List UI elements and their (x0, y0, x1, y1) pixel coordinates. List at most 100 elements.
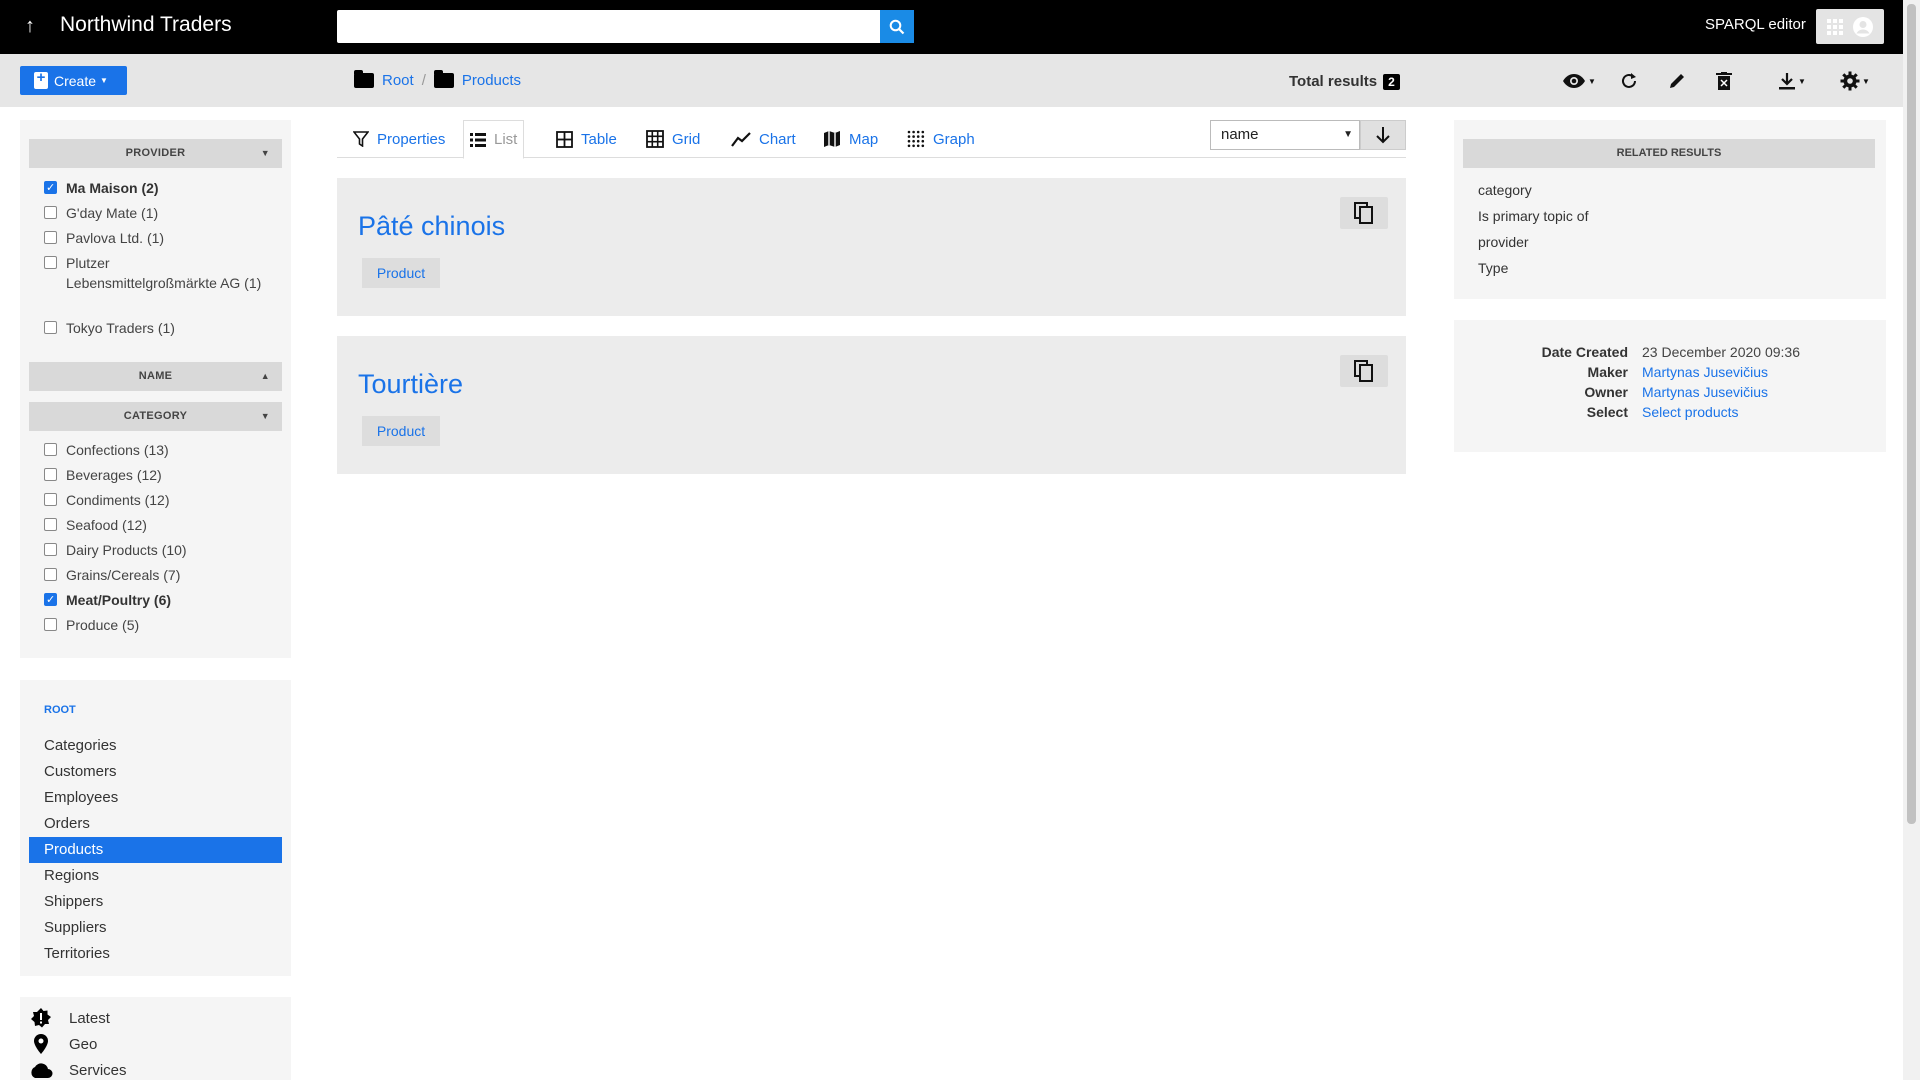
tab-chart[interactable]: Chart (725, 120, 802, 158)
tab-grid[interactable]: Grid (640, 120, 706, 158)
facet-option[interactable]: Ma Maison (2) (44, 178, 159, 198)
caret-down-icon: ▼ (260, 148, 270, 158)
apps-grid-icon[interactable] (1826, 18, 1843, 35)
view-mode-button[interactable]: ▼ (1562, 68, 1596, 94)
facet-option[interactable]: G'day Mate (1) (44, 203, 158, 223)
tab-label: Graph (933, 130, 975, 148)
facet-option-label: Dairy Products (10) (66, 542, 187, 558)
cloud-icon (29, 1062, 53, 1078)
arrow-up-icon[interactable]: ↑ (18, 12, 42, 40)
related-result-item[interactable]: Type (1478, 260, 1508, 276)
facet-option-label: Produce (5) (66, 617, 140, 633)
checkbox[interactable] (44, 256, 57, 269)
sparql-editor-link[interactable]: SPARQL editor (1705, 15, 1806, 35)
search-input[interactable] (337, 10, 880, 43)
root-nav-title[interactable]: ROOT (44, 704, 76, 716)
search-button[interactable] (880, 10, 914, 43)
checkbox-checked[interactable] (44, 590, 57, 610)
sort-select[interactable]: name ▼ (1210, 120, 1360, 150)
checkbox[interactable] (44, 468, 57, 481)
checkbox[interactable] (44, 568, 57, 581)
scrollbar-thumb[interactable] (1907, 4, 1916, 824)
root-nav-item[interactable]: Employees (29, 785, 282, 811)
checkbox[interactable] (44, 206, 57, 219)
provider-facet-header[interactable]: PROVIDER ▼ (29, 139, 282, 168)
related-result-item[interactable]: Is primary topic of (1478, 208, 1588, 224)
meta-key: Owner (1584, 384, 1628, 400)
breadcrumb-products[interactable]: Products (462, 72, 521, 89)
facet-option[interactable]: Pavlova Ltd. (1) (44, 228, 164, 248)
maker-link[interactable]: Martynas Jusevičius (1642, 364, 1768, 380)
result-title-link[interactable]: Tourtière (358, 369, 463, 400)
tab-list[interactable]: List (463, 120, 525, 159)
tab-graph[interactable]: Graph (901, 120, 981, 158)
grid-icon (646, 130, 664, 148)
checkbox[interactable] (44, 493, 57, 506)
services-link[interactable]: Services (29, 1057, 127, 1080)
checkbox[interactable] (44, 618, 57, 631)
root-nav-item-active[interactable]: Products (29, 837, 282, 863)
tab-label: List (494, 131, 518, 148)
facet-option-label: Ma Maison (2) (66, 180, 159, 196)
facet-option-label: Confections (13) (66, 442, 169, 458)
facet-option[interactable]: Meat/Poultry (6) (44, 590, 171, 610)
name-facet-header[interactable]: NAME ▲ (29, 362, 282, 391)
root-nav-item[interactable]: Territories (29, 941, 282, 967)
refresh-icon (1622, 73, 1636, 88)
facet-option-label: Seafood (12) (66, 517, 147, 533)
meta-key: Date Created (1541, 344, 1628, 360)
root-nav-item[interactable]: Orders (29, 811, 282, 837)
copy-button[interactable] (1340, 197, 1388, 229)
root-nav-item[interactable]: Suppliers (29, 915, 282, 941)
tab-map[interactable]: Map (817, 120, 884, 158)
geo-link[interactable]: Geo (29, 1031, 97, 1057)
sort-direction-button[interactable] (1360, 120, 1406, 150)
checkbox[interactable] (44, 543, 57, 556)
facet-option[interactable]: Grains/Cereals (7) (44, 565, 180, 585)
facet-option[interactable]: Plutzer Lebensmittelgroßmärkte AG (1) (44, 253, 264, 293)
edit-button[interactable] (1668, 68, 1686, 94)
facet-option[interactable]: Confections (13) (44, 440, 169, 460)
result-type-badge[interactable]: Product (362, 258, 440, 288)
page-scrollbar[interactable] (1903, 0, 1920, 1080)
facet-option[interactable]: Dairy Products (10) (44, 540, 187, 560)
result-title-link[interactable]: Pâté chinois (358, 211, 505, 242)
action-bar: Create ▼ Root / Products Total results 2… (0, 54, 1903, 107)
copy-button[interactable] (1340, 355, 1388, 387)
select-products-link[interactable]: Select products (1642, 404, 1739, 420)
delete-button[interactable] (1716, 68, 1732, 94)
create-button[interactable]: Create ▼ (20, 66, 127, 95)
checkbox[interactable] (44, 231, 57, 244)
checkbox[interactable] (44, 518, 57, 531)
latest-link[interactable]: Latest (29, 1005, 110, 1031)
result-type-badge[interactable]: Product (362, 416, 440, 446)
tab-properties[interactable]: Properties (347, 120, 451, 158)
refresh-button[interactable] (1620, 68, 1638, 94)
total-results: Total results 2 (1289, 73, 1400, 90)
root-nav-item[interactable]: Categories (29, 733, 282, 759)
facet-option[interactable]: Produce (5) (44, 615, 139, 635)
checkbox-checked[interactable] (44, 178, 57, 198)
related-result-item[interactable]: provider (1478, 234, 1529, 250)
facet-option[interactable]: Tokyo Traders (1) (44, 318, 175, 338)
app-title[interactable]: Northwind Traders (60, 12, 232, 38)
export-button[interactable]: ▼ (1778, 68, 1806, 94)
root-nav-item[interactable]: Customers (29, 759, 282, 785)
owner-link[interactable]: Martynas Jusevičius (1642, 384, 1768, 400)
tab-table[interactable]: Table (550, 120, 623, 158)
metadata-panel: Date Created 23 December 2020 09:36 Make… (1454, 320, 1886, 452)
facet-option[interactable]: Beverages (12) (44, 465, 162, 485)
related-result-item[interactable]: category (1478, 182, 1532, 198)
facet-option[interactable]: Seafood (12) (44, 515, 147, 535)
checkbox[interactable] (44, 321, 57, 334)
checkbox[interactable] (44, 443, 57, 456)
breadcrumb-root[interactable]: Root (382, 72, 414, 89)
user-avatar-icon[interactable] (1852, 16, 1874, 38)
root-nav-item[interactable]: Shippers (29, 889, 282, 915)
facet-option[interactable]: Condiments (12) (44, 490, 170, 510)
settings-button[interactable]: ▼ (1840, 68, 1870, 94)
graph-dots-icon (907, 130, 925, 148)
category-facet-header[interactable]: CATEGORY ▼ (29, 402, 282, 431)
facet-option-label: Condiments (12) (66, 492, 170, 508)
root-nav-item[interactable]: Regions (29, 863, 282, 889)
